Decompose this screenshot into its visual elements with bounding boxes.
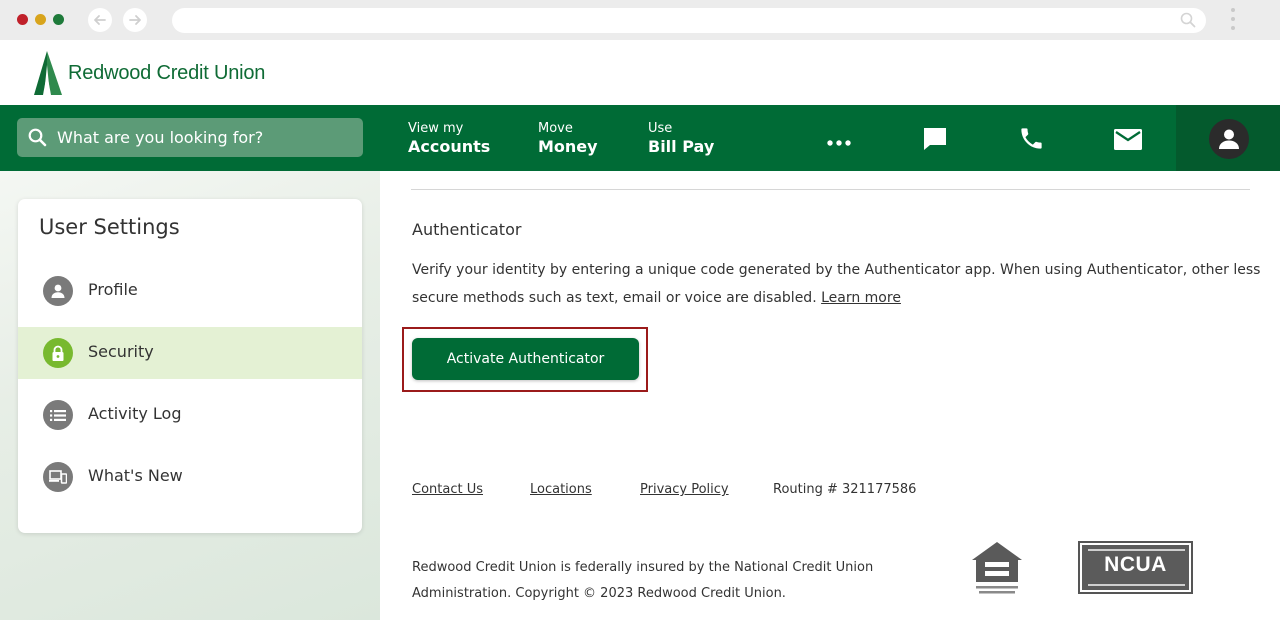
footer-link-contact-us[interactable]: Contact Us (412, 482, 483, 497)
routing-number: Routing # 321177586 (773, 482, 917, 497)
nav-link-title: Bill Pay (648, 137, 715, 156)
phone-icon[interactable] (1018, 125, 1045, 156)
lock-icon (43, 338, 73, 368)
browser-menu-button[interactable] (1230, 8, 1236, 34)
nav-link-caption: Use (648, 121, 673, 136)
arrow-right-icon (129, 15, 141, 25)
user-icon (1219, 129, 1239, 149)
nav-link-caption: View my (408, 121, 464, 136)
site-header: Redwood Credit Union (0, 40, 1280, 105)
avatar[interactable] (1209, 119, 1249, 159)
close-window-dot[interactable] (17, 14, 28, 25)
main-navigation: View my Accounts Move Money Use Bill Pay (0, 105, 1280, 171)
sidebar-item-label: Profile (88, 280, 138, 299)
brand-name[interactable]: Redwood Credit Union (68, 62, 265, 85)
sidebar-item-profile[interactable]: Profile (18, 265, 362, 317)
mail-icon[interactable] (1114, 129, 1142, 154)
nav-bill-pay[interactable]: Use Bill Pay (648, 121, 714, 157)
minimize-window-dot[interactable] (35, 14, 46, 25)
section-description: Verify your identity by entering a uniqu… (412, 256, 1262, 312)
nav-link-caption: Move (538, 121, 573, 136)
maximize-window-dot[interactable] (53, 14, 64, 25)
sidebar-item-label: What's New (88, 466, 183, 485)
section-title: Authenticator (412, 220, 522, 239)
nav-view-accounts[interactable]: View my Accounts (408, 121, 490, 157)
search-icon (28, 128, 47, 151)
sidebar-item-whats-new[interactable]: What's New (18, 451, 362, 503)
sidebar-item-security[interactable]: Security (18, 327, 362, 379)
settings-title: User Settings (39, 215, 180, 239)
nav-link-title: Money (538, 137, 598, 156)
address-bar[interactable] (172, 8, 1206, 33)
user-settings-card: User Settings Profile Security Activity … (18, 199, 362, 533)
nav-link-title: Accounts (408, 137, 491, 156)
list-icon (43, 400, 73, 430)
section-divider (411, 189, 1250, 190)
equal-housing-opportunity-icon (970, 540, 1024, 600)
footer-link-privacy-policy[interactable]: Privacy Policy (640, 482, 729, 497)
ncua-logo: NCUA (1078, 541, 1193, 594)
search-icon (1180, 12, 1196, 32)
devices-icon (43, 462, 73, 492)
back-button[interactable] (88, 8, 112, 32)
ncua-logo-text: NCUA (1104, 553, 1167, 576)
nav-move-money[interactable]: Move Money (538, 121, 598, 157)
redwood-tree-logo-icon[interactable] (34, 51, 62, 99)
sidebar-item-label: Activity Log (88, 404, 182, 423)
forward-button[interactable] (123, 8, 147, 32)
user-icon (43, 276, 73, 306)
sidebar-item-activity-log[interactable]: Activity Log (18, 389, 362, 441)
learn-more-link[interactable]: Learn more (821, 290, 901, 306)
browser-chrome (0, 0, 1280, 40)
activate-authenticator-button[interactable]: Activate Authenticator (412, 338, 639, 380)
chat-icon[interactable] (921, 125, 949, 157)
site-search (17, 118, 363, 157)
footer-link-locations[interactable]: Locations (530, 482, 592, 497)
insurance-disclaimer: Redwood Credit Union is federally insure… (412, 560, 874, 601)
more-icon[interactable] (827, 133, 851, 152)
search-input[interactable] (57, 118, 357, 157)
profile-menu[interactable] (1176, 105, 1280, 171)
sidebar-item-label: Security (88, 342, 154, 361)
arrow-left-icon (94, 15, 106, 25)
